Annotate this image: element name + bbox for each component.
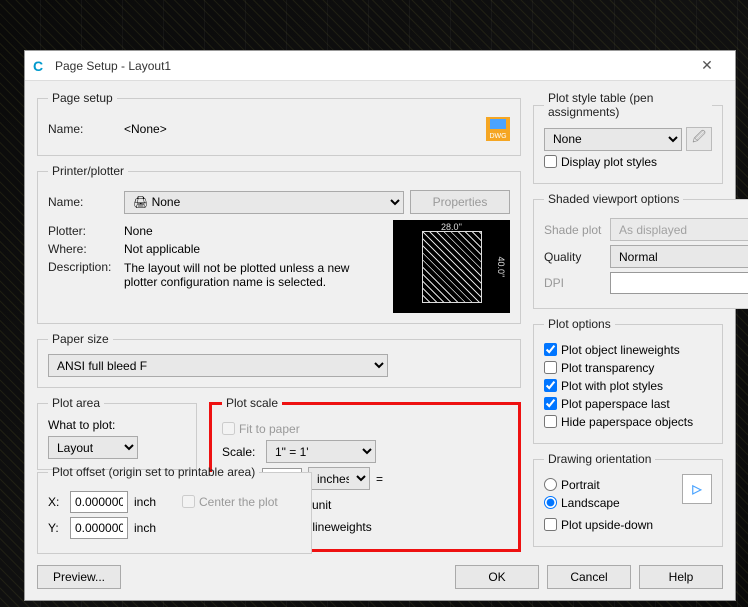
x-input[interactable] bbox=[70, 491, 128, 513]
help-button[interactable]: Help bbox=[639, 565, 723, 589]
printer-group: Printer/plotter Name: 🖨 None document.qu… bbox=[37, 164, 521, 324]
paper-height-dim: 40.0'' bbox=[496, 256, 506, 277]
quality-select[interactable]: Normal bbox=[610, 245, 748, 268]
x-label: X: bbox=[48, 495, 64, 509]
plot-offset-legend: Plot offset (origin set to printable are… bbox=[48, 465, 259, 479]
printer-legend: Printer/plotter bbox=[48, 164, 128, 178]
shade-plot-label: Shade plot bbox=[544, 223, 604, 237]
center-plot-checkbox: Center the plot bbox=[182, 495, 278, 509]
plot-offset-group: Plot offset (origin set to printable are… bbox=[37, 465, 312, 554]
scale-equals: = bbox=[376, 472, 383, 486]
page-setup-group: Page setup Name: <None> DWG bbox=[37, 91, 521, 156]
page-setup-legend: Page setup bbox=[48, 91, 117, 105]
shaded-legend: Shaded viewport options bbox=[544, 192, 683, 206]
landscape-radio[interactable]: Landscape bbox=[544, 496, 620, 510]
y-label: Y: bbox=[48, 521, 64, 535]
dpi-input bbox=[610, 272, 748, 294]
plot-area-legend: Plot area bbox=[48, 396, 104, 410]
quality-label: Quality bbox=[544, 250, 604, 264]
orientation-icon: ▷ bbox=[682, 474, 712, 504]
fit-to-paper-checkbox: Fit to paper bbox=[222, 422, 300, 436]
orientation-group: Drawing orientation Portrait Landscape ▷… bbox=[533, 452, 723, 547]
plotter-label: Plotter: bbox=[48, 224, 118, 238]
orientation-legend: Drawing orientation bbox=[544, 452, 655, 466]
scale-select[interactable]: 1" = 1' bbox=[266, 440, 376, 463]
opt-lineweights[interactable]: Plot object lineweights bbox=[544, 343, 680, 357]
opt-paperspace[interactable]: Plot paperspace last bbox=[544, 397, 670, 411]
plot-style-select[interactable]: None bbox=[544, 128, 682, 151]
scale-out-unit: unit bbox=[308, 498, 368, 512]
y-unit: inch bbox=[134, 521, 156, 535]
x-unit: inch bbox=[134, 495, 156, 509]
pst-legend: Plot style table (pen assignments) bbox=[544, 91, 712, 119]
properties-button[interactable]: Properties bbox=[410, 190, 510, 214]
what-to-plot-select[interactable]: Layout bbox=[48, 436, 138, 459]
page-setup-dialog: C Page Setup - Layout1 ✕ Page setup Name… bbox=[24, 50, 736, 601]
upside-down-checkbox[interactable]: Plot upside-down bbox=[544, 518, 653, 532]
dwg-icon: DWG bbox=[486, 117, 510, 141]
paper-size-select[interactable]: ANSI full bleed F bbox=[48, 354, 388, 377]
plot-style-edit-button[interactable]: 🖉 bbox=[686, 127, 712, 151]
app-icon: C bbox=[33, 58, 49, 74]
scale-in-unit-select[interactable]: inches bbox=[308, 467, 370, 490]
printer-name-select[interactable]: 🖨 None bbox=[124, 191, 404, 214]
opt-hide-ps[interactable]: Hide paperspace objects bbox=[544, 415, 693, 429]
preview-button[interactable]: Preview... bbox=[37, 565, 121, 589]
where-value: Not applicable bbox=[124, 242, 200, 256]
plot-options-legend: Plot options bbox=[544, 317, 615, 331]
printer-name-label: Name: bbox=[48, 195, 118, 209]
titlebar: C Page Setup - Layout1 ✕ bbox=[25, 51, 735, 81]
shaded-viewport-group: Shaded viewport options Shade plot As dis… bbox=[533, 192, 748, 309]
plot-area-group: Plot area What to plot: Layout bbox=[37, 396, 197, 470]
scale-label: Scale: bbox=[222, 445, 260, 459]
pagesetup-name-label: Name: bbox=[48, 122, 118, 136]
y-input[interactable] bbox=[70, 517, 128, 539]
portrait-radio[interactable]: Portrait bbox=[544, 478, 600, 492]
plot-options-group: Plot options Plot object lineweights Plo… bbox=[533, 317, 723, 444]
plot-style-table-group: Plot style table (pen assignments) None … bbox=[533, 91, 723, 184]
desc-label: Description: bbox=[48, 260, 118, 274]
plot-scale-legend: Plot scale bbox=[222, 396, 282, 410]
shade-plot-select: As displayed bbox=[610, 218, 748, 241]
display-plot-styles-checkbox[interactable]: Display plot styles bbox=[544, 155, 657, 169]
close-button[interactable]: ✕ bbox=[687, 52, 727, 80]
pagesetup-name-value: <None> bbox=[124, 122, 480, 136]
dpi-label: DPI bbox=[544, 276, 604, 290]
where-label: Where: bbox=[48, 242, 118, 256]
paper-size-group: Paper size ANSI full bleed F bbox=[37, 332, 521, 388]
paper-size-legend: Paper size bbox=[48, 332, 113, 346]
window-title: Page Setup - Layout1 bbox=[55, 59, 687, 73]
ok-button[interactable]: OK bbox=[455, 565, 539, 589]
what-to-plot-label: What to plot: bbox=[48, 418, 186, 432]
opt-transparency[interactable]: Plot transparency bbox=[544, 361, 654, 375]
desc-value: The layout will not be plotted unless a … bbox=[124, 260, 383, 289]
dialog-footer: Preview... OK Cancel Help bbox=[25, 560, 735, 600]
opt-with-styles[interactable]: Plot with plot styles bbox=[544, 379, 663, 393]
cancel-button[interactable]: Cancel bbox=[547, 565, 631, 589]
paper-preview: 28.0'' 40.0'' bbox=[393, 220, 510, 313]
plotter-value: None bbox=[124, 224, 153, 238]
